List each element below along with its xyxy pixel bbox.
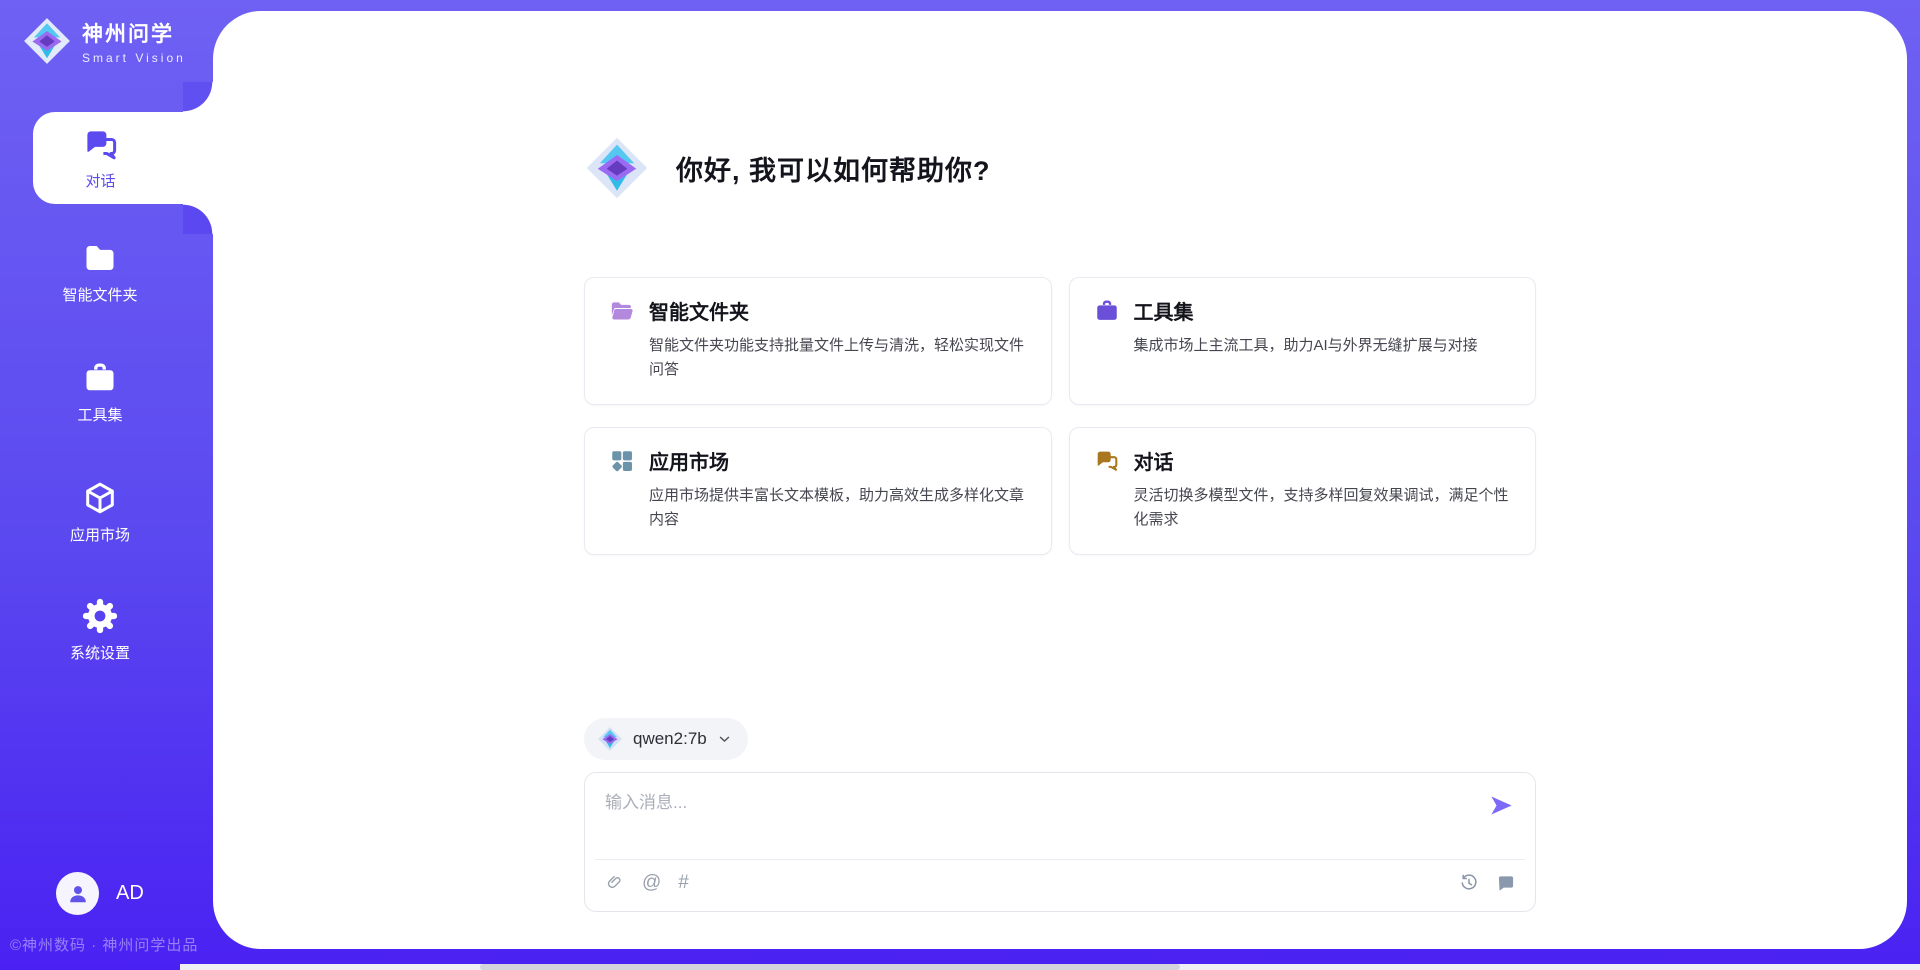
chat-icon xyxy=(1094,448,1120,474)
greeting-text: 你好, 我可以如何帮助你? xyxy=(676,149,991,188)
attach-file-button[interactable] xyxy=(604,872,625,893)
sidebar-item-smart-folder[interactable]: 智能文件夹 xyxy=(0,240,200,305)
paperclip-icon xyxy=(605,873,625,893)
horizontal-scrollbar[interactable] xyxy=(180,964,1920,970)
card-description: 集成市场上主流工具，助力AI与外界无缝扩展与对接 xyxy=(1134,334,1512,358)
sidebar-item-label: 应用市场 xyxy=(70,524,130,545)
card-description: 智能文件夹功能支持批量文件上传与清洗，轻松实现文件问答 xyxy=(649,334,1027,383)
sidebar-item-toolkit[interactable]: 工具集 xyxy=(0,360,200,425)
new-chat-button[interactable] xyxy=(1495,872,1516,893)
user-name: AD xyxy=(116,882,144,905)
briefcase-icon xyxy=(1094,298,1120,324)
message-input-box: @ # xyxy=(584,772,1536,912)
card-title: 工具集 xyxy=(1134,296,1194,325)
message-input[interactable] xyxy=(605,788,1473,846)
app-root: 神州问学 Smart Vision 对话 智能文件夹 工具集 xyxy=(0,0,1920,970)
sidebar-item-app-market[interactable]: 应用市场 xyxy=(0,480,200,545)
chat-icon xyxy=(82,126,120,164)
model-selector[interactable]: qwen2:7b xyxy=(584,718,748,760)
user-account[interactable]: AD xyxy=(56,872,144,915)
sidebar-item-label: 工具集 xyxy=(77,404,122,425)
feature-cards: 智能文件夹 智能文件夹功能支持批量文件上传与清洗，轻松实现文件问答 工具集 集成… xyxy=(584,277,1536,555)
tab-curve-top xyxy=(183,82,213,112)
chevron-down-icon xyxy=(717,732,732,747)
tab-curve-bottom xyxy=(183,204,213,234)
card-chat[interactable]: 对话 灵活切换多模型文件，支持多样回复效果调试，满足个性化需求 xyxy=(1069,427,1537,555)
card-toolkit[interactable]: 工具集 集成市场上主流工具，助力AI与外界无缝扩展与对接 xyxy=(1069,277,1537,405)
folder-open-icon xyxy=(609,298,635,324)
card-title: 智能文件夹 xyxy=(649,296,749,325)
history-icon xyxy=(1459,873,1479,893)
brand-subtitle: Smart Vision xyxy=(82,51,186,65)
assistant-diamond-icon xyxy=(584,135,650,201)
sidebar-item-label: 对话 xyxy=(85,170,115,191)
composer: qwen2:7b xyxy=(584,718,1536,912)
sidebar-item-label: 智能文件夹 xyxy=(62,284,137,305)
person-icon xyxy=(65,881,91,907)
sidebar-item-chat[interactable]: 对话 xyxy=(33,112,214,204)
scrollbar-thumb[interactable] xyxy=(480,964,1180,970)
send-icon xyxy=(1488,792,1515,819)
cube-icon xyxy=(82,480,118,516)
copyright-text: ©神州数码 · 神州问学出品 xyxy=(10,934,198,955)
main-content: 你好, 我可以如何帮助你? 智能文件夹 智能文件夹功能支持批量文件上传与清洗，轻… xyxy=(213,11,1907,949)
input-divider xyxy=(595,859,1525,860)
app-grid-icon xyxy=(609,448,635,474)
brand: 神州问学 Smart Vision xyxy=(22,16,186,66)
chat-bubble-icon xyxy=(1496,873,1516,893)
sidebar-item-label: 系统设置 xyxy=(70,642,130,663)
briefcase-icon xyxy=(82,360,118,396)
composer-tools-left: @ # xyxy=(604,872,689,893)
hashtag-button[interactable]: # xyxy=(678,873,689,892)
card-smart-folder[interactable]: 智能文件夹 智能文件夹功能支持批量文件上传与清洗，轻松实现文件问答 xyxy=(584,277,1052,405)
composer-tools-right xyxy=(1458,872,1516,893)
card-description: 灵活切换多模型文件，支持多样回复效果调试，满足个性化需求 xyxy=(1134,484,1512,533)
card-title: 对话 xyxy=(1134,446,1174,475)
model-diamond-icon xyxy=(597,726,623,752)
history-button[interactable] xyxy=(1458,872,1479,893)
gear-icon xyxy=(82,598,118,634)
folder-icon xyxy=(82,240,118,276)
model-name: qwen2:7b xyxy=(633,729,707,749)
mention-button[interactable]: @ xyxy=(642,873,661,892)
sidebar-item-settings[interactable]: 系统设置 xyxy=(0,598,200,663)
card-description: 应用市场提供丰富长文本模板，助力高效生成多样化文章内容 xyxy=(649,484,1027,533)
send-button[interactable] xyxy=(1488,792,1515,819)
card-app-market[interactable]: 应用市场 应用市场提供丰富长文本模板，助力高效生成多样化文章内容 xyxy=(584,427,1052,555)
avatar xyxy=(56,872,99,915)
brand-name: 神州问学 xyxy=(82,18,186,48)
greeting: 你好, 我可以如何帮助你? xyxy=(584,135,991,201)
brand-diamond-icon xyxy=(22,16,72,66)
card-title: 应用市场 xyxy=(649,446,729,475)
